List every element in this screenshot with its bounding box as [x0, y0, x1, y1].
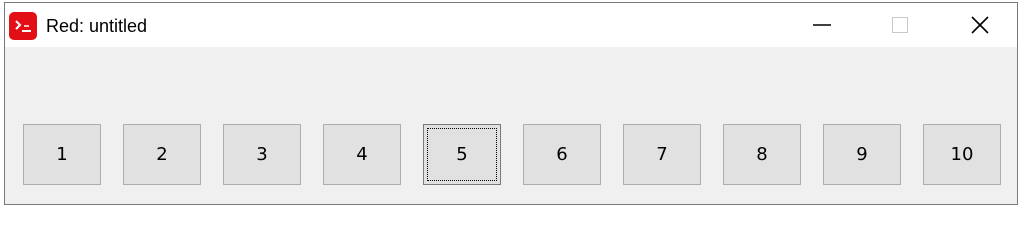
button-6[interactable]: 6 [523, 124, 601, 185]
button-10[interactable]: 10 [923, 124, 1001, 185]
red-app-icon [9, 12, 37, 40]
button-5[interactable]: 5 [423, 124, 501, 185]
client-area: 1 2 3 4 5 6 7 8 9 10 [5, 47, 1017, 204]
button-7[interactable]: 7 [623, 124, 701, 185]
minimize-icon [813, 24, 831, 26]
button-9[interactable]: 9 [823, 124, 901, 185]
maximize-icon [892, 17, 908, 33]
button-1[interactable]: 1 [23, 124, 101, 185]
window-title: Red: untitled [46, 16, 148, 36]
button-5-label: 5 [456, 144, 468, 165]
close-button[interactable] [957, 3, 1003, 47]
button-3[interactable]: 3 [223, 124, 301, 185]
close-icon [971, 16, 989, 34]
title-bar[interactable]: Red: untitled [5, 3, 1017, 47]
maximize-button[interactable] [877, 3, 923, 47]
minimize-button[interactable] [799, 3, 845, 47]
button-8[interactable]: 8 [723, 124, 801, 185]
button-4[interactable]: 4 [323, 124, 401, 185]
app-window: Red: untitled 1 2 3 4 5 6 7 8 9 10 [4, 2, 1018, 205]
button-2[interactable]: 2 [123, 124, 201, 185]
